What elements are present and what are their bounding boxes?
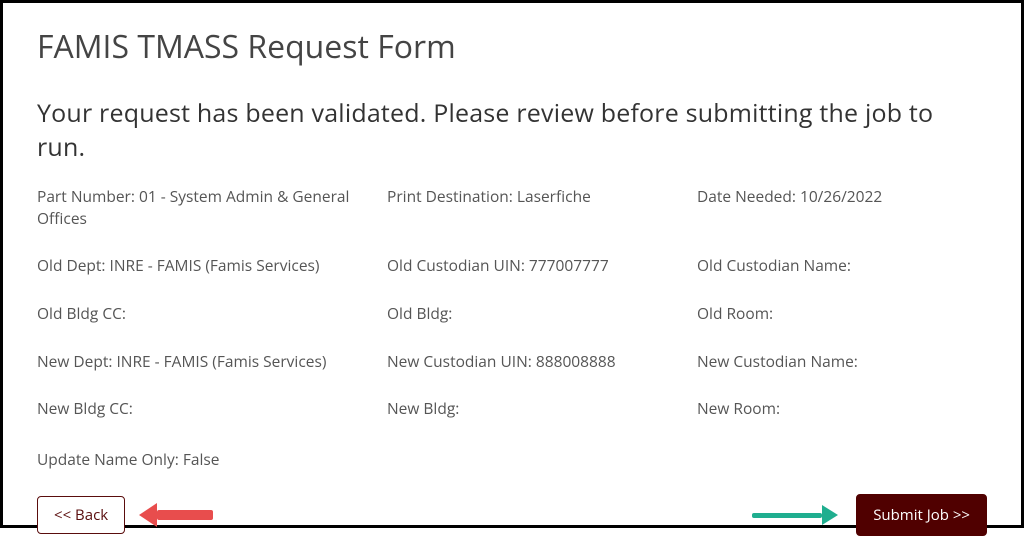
footer-left: << Back: [37, 496, 213, 534]
field-old-bldg: Old Bldg:: [387, 303, 687, 325]
field-new-bldg-cc: New Bldg CC:: [37, 398, 377, 420]
form-frame: FAMIS TMASS Request Form Your request ha…: [0, 0, 1024, 528]
field-part-number: Part Number: 01 - System Admin & General…: [37, 186, 377, 229]
review-grid: Part Number: 01 - System Admin & General…: [37, 186, 987, 420]
back-button[interactable]: << Back: [37, 496, 125, 534]
annotation-arrow-right-icon: [752, 505, 838, 525]
field-new-custodian-uin: New Custodian UIN: 888008888: [387, 351, 687, 373]
field-old-custodian-name: Old Custodian Name:: [697, 255, 987, 277]
field-new-dept: New Dept: INRE - FAMIS (Famis Services): [37, 351, 377, 373]
annotation-arrow-left-icon: [139, 503, 213, 527]
field-update-name-only: Update Name Only: False: [37, 448, 987, 470]
field-new-custodian-name: New Custodian Name:: [697, 351, 987, 373]
field-old-custodian-uin: Old Custodian UIN: 777007777: [387, 255, 687, 277]
field-date-needed: Date Needed: 10/26/2022: [697, 186, 987, 229]
submit-job-button[interactable]: Submit Job >>: [856, 494, 987, 536]
field-old-room: Old Room:: [697, 303, 987, 325]
field-old-dept: Old Dept: INRE - FAMIS (Famis Services): [37, 255, 377, 277]
validation-message: Your request has been validated. Please …: [37, 96, 987, 164]
field-new-bldg: New Bldg:: [387, 398, 687, 420]
field-new-room: New Room:: [697, 398, 987, 420]
page-title: FAMIS TMASS Request Form: [37, 25, 987, 68]
footer-right: Submit Job >>: [752, 494, 987, 536]
footer-actions: << Back Submit Job >>: [37, 494, 987, 536]
field-old-bldg-cc: Old Bldg CC:: [37, 303, 377, 325]
field-print-destination: Print Destination: Laserfiche: [387, 186, 687, 229]
